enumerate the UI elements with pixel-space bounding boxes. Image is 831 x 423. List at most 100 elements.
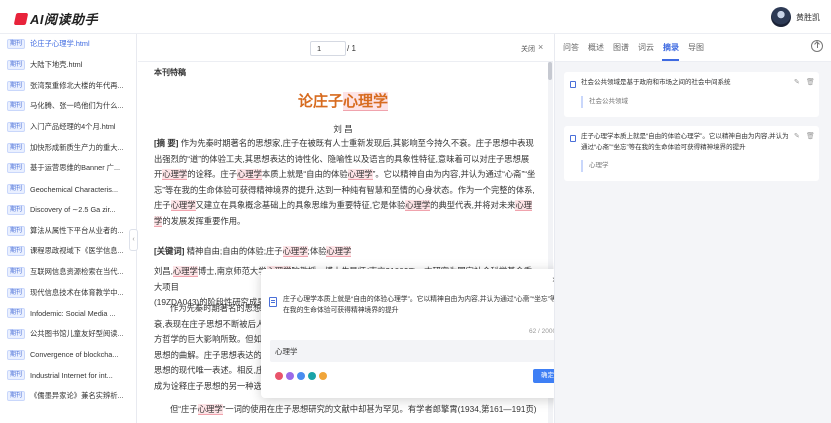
document-list-item[interactable]: 期刊 现代信息技术在体育教学中... (0, 282, 136, 303)
keywords-text: ;体验 (307, 246, 327, 256)
doc-type-tag: 期刊 (7, 39, 26, 50)
color-swatch-blue[interactable] (297, 372, 305, 380)
reader-toolbar: 1 / 1 关闭 × (138, 34, 553, 62)
body-text: 但“庄子 (170, 404, 198, 414)
doc-type-tag: 期刊 (7, 101, 26, 112)
excerpt-card[interactable]: 社会公共领域是基于政府和市场之间的社会中间系统 ✎ 🗑 社会公共领域 (564, 72, 819, 117)
share-icon[interactable] (811, 40, 823, 52)
body-text: ”一词的使用在庄子思想研究的文献中却甚为罕见。有学者郎擎霄(1934,第161—… (222, 404, 537, 414)
highlight[interactable]: 心理学 (237, 169, 262, 180)
tab-word-cloud[interactable]: 词云 (638, 42, 654, 53)
delete-icon[interactable]: 🗑 (806, 132, 815, 140)
author-info-text: 刘昌, (154, 266, 173, 276)
abstract-paragraph: [摘 要] 作为先秦时期著名的思想家,庄子在被既有人士重新发现后,其影响至今持久… (154, 136, 537, 229)
document-list-item[interactable]: 期刊 张湾泵重修北大楼的年代再... (0, 75, 136, 96)
abstract-label: [摘 要] (154, 138, 179, 148)
document-list-item[interactable]: 期刊 基于运营思维的Banner 广... (0, 158, 136, 179)
document-list-item[interactable]: 期刊 加快形成新质生产力的重大... (0, 137, 136, 158)
document-list-item[interactable]: 期刊 Geochemical Characteris... (0, 179, 136, 200)
highlight[interactable]: 心理学 (170, 200, 196, 211)
tab-graph[interactable]: 图谱 (613, 42, 629, 53)
highlight[interactable]: 心理学 (162, 169, 188, 180)
color-swatch-purple[interactable] (286, 372, 294, 380)
doc-title: 现代信息技术在体育教学中... (30, 287, 124, 297)
keywords-paragraph: [关键词] 精神自由;自由的体验;庄子心理学;体验心理学 (154, 244, 537, 260)
edit-icon[interactable]: ✎ (794, 132, 800, 140)
doc-type-tag: 期刊 (7, 266, 26, 277)
highlight[interactable]: 心理学 (172, 266, 198, 277)
tab-summary[interactable]: 概述 (588, 42, 604, 53)
tab-mind-map[interactable]: 导图 (688, 42, 704, 53)
paper-title: 论庄子心理学 (138, 90, 548, 111)
document-list-item[interactable]: 期刊 课程思政视域下《医学信息... (0, 241, 136, 262)
document-list-item[interactable]: 期刊 马化腾、张一鸣他们为什么... (0, 96, 136, 117)
character-count: 62 / 2000 (529, 328, 557, 335)
document-list-item[interactable]: 期刊 Discovery of ∼2.5 Ga zir... (0, 200, 136, 221)
document-list-item[interactable]: 期刊 Infodemic: Social Media ... (0, 303, 136, 324)
author-info-text: 博士,南京师范大学 (197, 266, 267, 276)
tab-qa[interactable]: 问答 (563, 42, 579, 53)
doc-title: Convergence of blockcha... (30, 350, 119, 360)
collapse-sidebar-button[interactable]: ‹ (129, 229, 138, 251)
title-text: 论庄子 (297, 92, 343, 110)
document-list-item[interactable]: 期刊 大陆下地壳.html (0, 55, 136, 76)
document-list-item[interactable]: 期刊 《儒墨异家论》兼名实辨析... (0, 386, 136, 407)
highlight[interactable]: 心理学 (197, 404, 223, 415)
tab-excerpts[interactable]: 摘录 (663, 42, 679, 53)
scrollbar-thumb[interactable] (548, 62, 552, 80)
abstract-text: 的典型代表,并将对未来 (430, 200, 516, 210)
doc-title: 基于运营思维的Banner 广... (30, 163, 121, 173)
document-list-item[interactable]: 期刊 Convergence of blockcha... (0, 344, 136, 365)
logo-text: AI阅读助手 (30, 12, 99, 27)
document-list-item[interactable]: 期刊 算法从属性下平台从业者的... (0, 220, 136, 241)
highlight[interactable]: 心理学 (326, 246, 352, 257)
logo-icon (13, 12, 29, 25)
edit-icon[interactable]: ✎ (794, 78, 800, 86)
color-swatch-orange[interactable] (319, 372, 327, 380)
app-logo[interactable]: AI阅读助手 (13, 9, 99, 28)
note-input[interactable]: 心理学 (270, 340, 562, 362)
doc-title: Industrial Internet for int... (30, 370, 113, 380)
document-list-item[interactable]: 期刊 论庄子心理学.html (0, 34, 136, 55)
doc-type-tag: 期刊 (7, 391, 26, 402)
document-list-item[interactable]: 期刊 互联网信息资源检索在当代... (0, 262, 136, 283)
title-highlight[interactable]: 心理学 (343, 92, 389, 111)
doc-title: 论庄子心理学.html (30, 39, 90, 49)
excerpt-note: 社会公共领域 (581, 96, 628, 108)
excerpt-text: 社会公共领域是基于政府和市场之间的社会中间系统 (581, 79, 731, 86)
delete-icon[interactable]: 🗑 (806, 78, 815, 86)
excerpt-card[interactable]: 庄子心理学本质上就是“自由的体验心理学”。它以精神自由为内容,并认为通过“心斋”… (564, 126, 819, 181)
username[interactable]: 黄胜凯 (796, 12, 820, 23)
doc-title: 张湾泵重修北大楼的年代再... (30, 80, 124, 90)
doc-title: 公共图书馆儿童友好型阅读... (30, 328, 124, 338)
color-swatch-red[interactable] (275, 372, 283, 380)
doc-type-tag: 期刊 (7, 370, 26, 381)
close-icon[interactable]: × (538, 42, 543, 52)
highlight[interactable]: 心理学 (282, 246, 308, 257)
active-tab-indicator (662, 59, 679, 61)
excerpt-quote: 庄子心理学本质上就是“自由的体验心理学”。它以精神自由为内容,并认为通过“心斋”… (283, 296, 557, 314)
document-list-item[interactable]: 期刊 公共图书馆儿童友好型阅读... (0, 324, 136, 345)
document-list-item[interactable]: 期刊 Industrial Internet for int... (0, 365, 136, 386)
doc-title: 大陆下地壳.html (30, 60, 83, 70)
highlight[interactable]: 心理学 (347, 169, 373, 180)
document-list-item[interactable]: 期刊 入门产品经理的4个月.html (0, 117, 136, 138)
doc-type-tag: 期刊 (7, 163, 26, 174)
doc-type-tag: 期刊 (7, 80, 26, 91)
highlight[interactable]: 心理学 (405, 200, 431, 211)
avatar[interactable] (771, 7, 791, 27)
doc-title: 课程思政视域下《医学信息... (30, 246, 124, 256)
color-swatch-teal[interactable] (308, 372, 316, 380)
doc-title: Discovery of ∼2.5 Ga zir... (30, 205, 116, 215)
abstract-text: 的发展发挥重要作用。 (162, 215, 246, 226)
column-label: 本刊特稿 (154, 68, 186, 77)
color-picker (275, 372, 327, 380)
excerpt-note: 心理学 (581, 160, 609, 172)
right-panel: 问答 概述 图谱 词云 摘录 导图 社会公共领域是基于政府和市场之间的社会中间系… (554, 34, 831, 423)
doc-title: 《儒墨异家论》兼名实辨析... (30, 391, 124, 401)
page-number-input[interactable]: 1 (310, 41, 346, 56)
doc-type-tag: 期刊 (7, 349, 26, 360)
close-reader-button[interactable]: 关闭 (521, 44, 535, 54)
doc-type-tag: 期刊 (7, 225, 26, 236)
doc-title: 加快形成新质生产力的重大... (30, 142, 124, 152)
